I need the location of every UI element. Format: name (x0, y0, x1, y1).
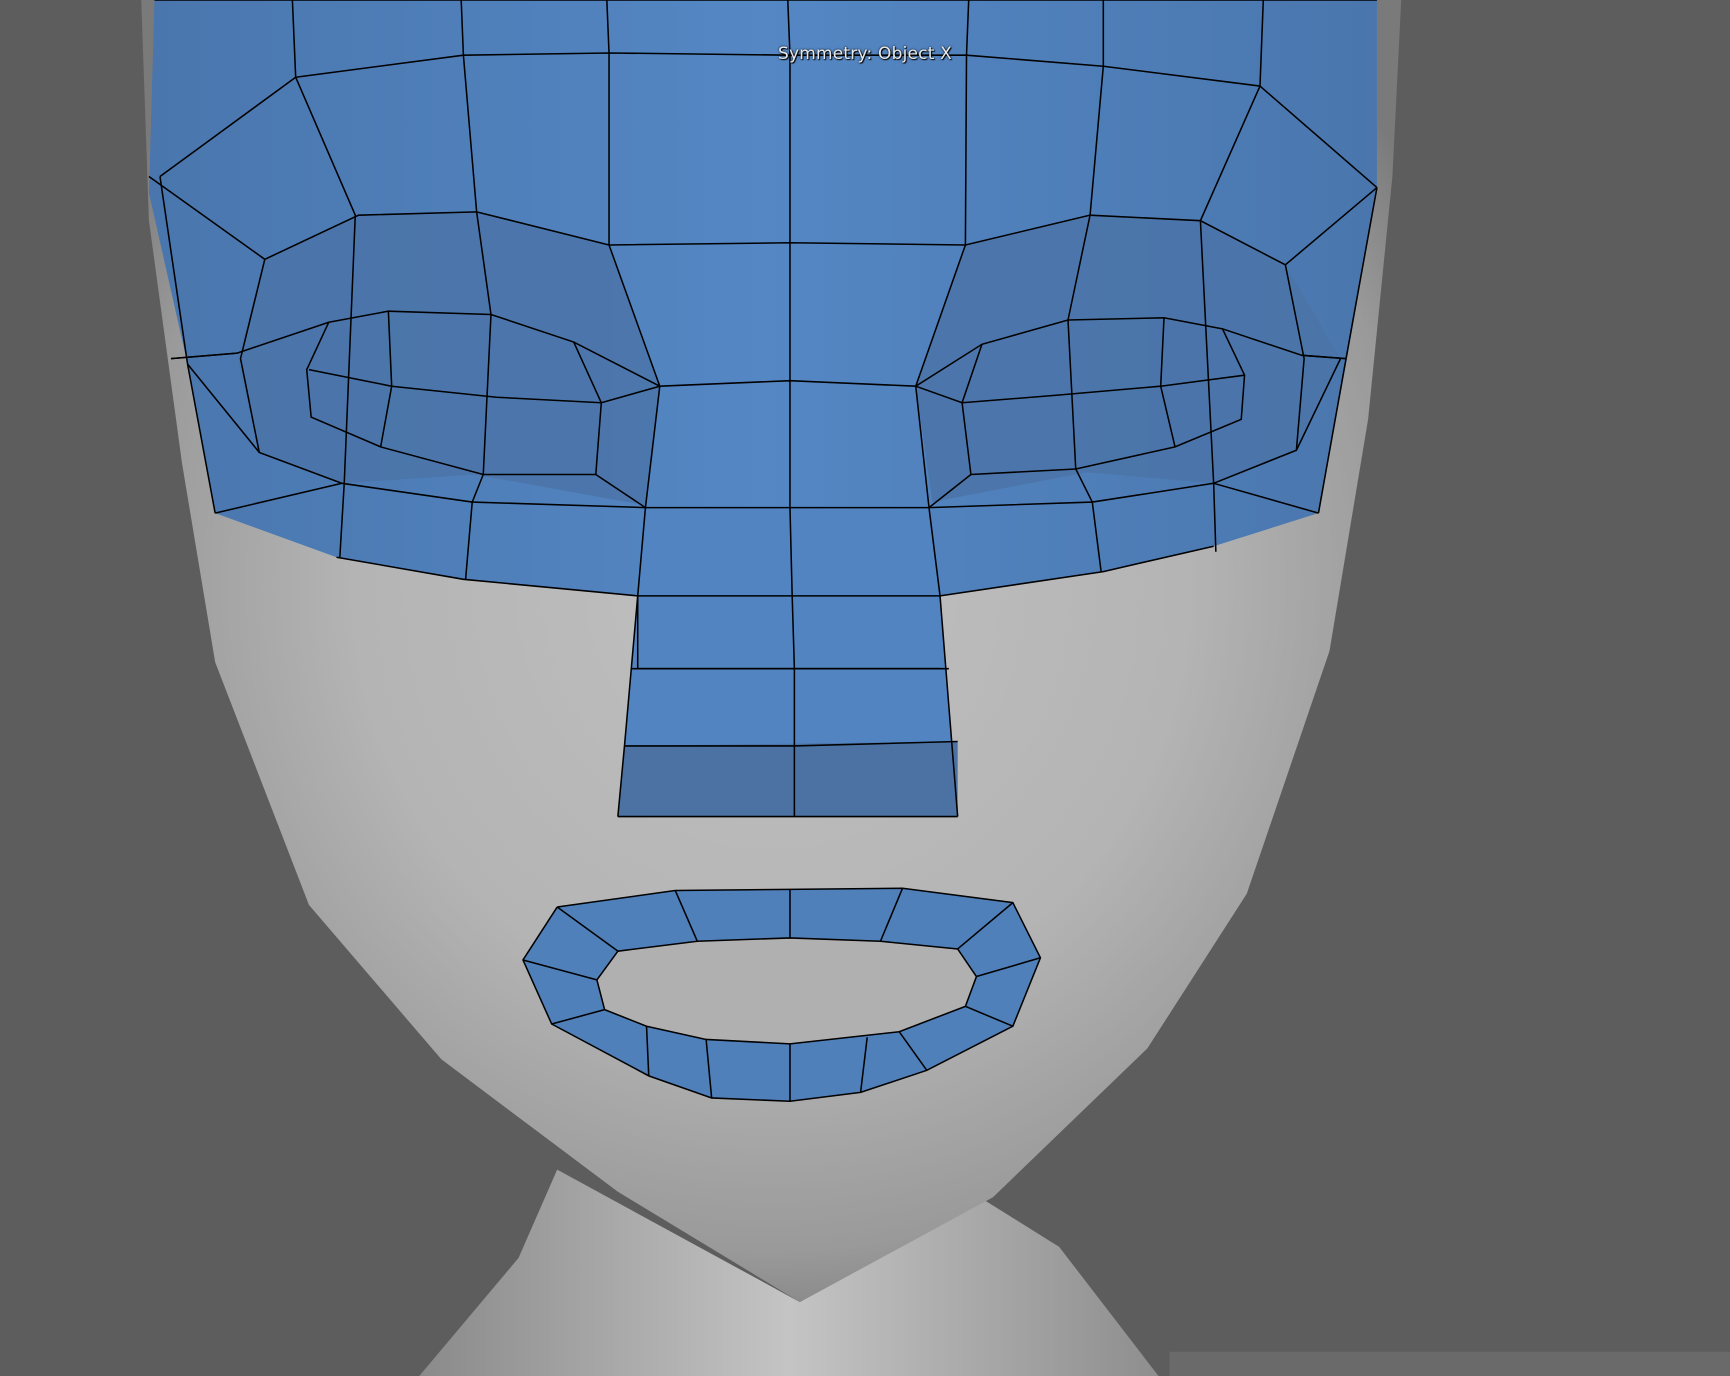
ground-grid (1169, 1351, 1730, 1376)
3d-viewport[interactable]: Symmetry: Object X (0, 0, 1730, 1376)
nose-tip[interactable] (617, 741, 958, 817)
viewport-scene[interactable] (0, 0, 1730, 1376)
